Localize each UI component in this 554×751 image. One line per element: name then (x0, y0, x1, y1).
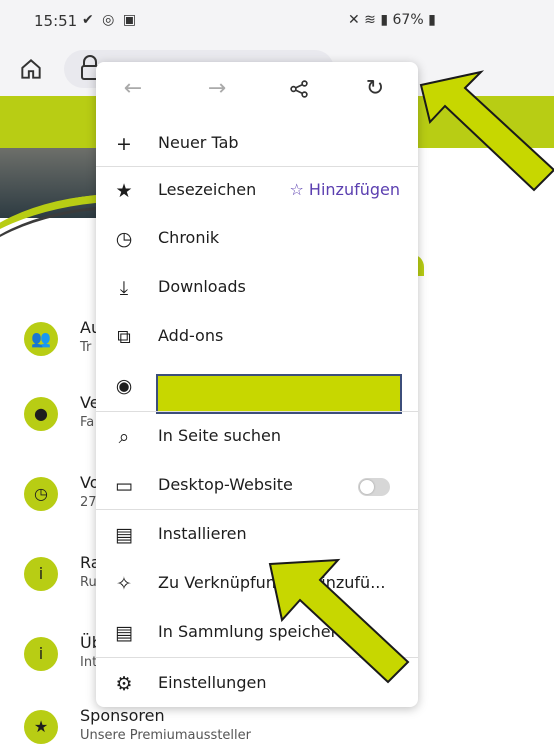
list-item-title: Sponsoren (80, 706, 165, 725)
desktop-site-toggle[interactable] (358, 478, 390, 496)
info-icon: i (24, 637, 58, 671)
share-icon[interactable] (282, 74, 316, 104)
clock-icon: ◷ (115, 228, 133, 250)
menu-item-history[interactable]: ◷ Chronik (96, 215, 418, 263)
bookmark-icon: ★ (115, 180, 133, 202)
list-item-subtitle: 27 (80, 495, 97, 510)
back-icon[interactable]: ← (116, 74, 150, 104)
menu-item-install[interactable]: ▤ Installieren (96, 511, 418, 559)
divider (96, 509, 418, 510)
redacted-account (156, 374, 402, 414)
gear-icon: ⚙ (115, 673, 133, 695)
search-icon: ⌕ (118, 426, 130, 448)
status-time: 15:51 (34, 12, 78, 30)
menu-label: Add-ons (158, 326, 224, 345)
menu-label: Desktop-Website (158, 475, 293, 494)
notification-icons: ✔ ◎ ▣ (82, 12, 139, 28)
menu-label: Installieren (158, 524, 247, 543)
puzzle-icon: ⧉ (117, 326, 131, 348)
menu-item-settings[interactable]: ⚙ Einstellungen (96, 660, 418, 708)
list-item-subtitle: Ru (80, 575, 97, 590)
status-right: ✕ ≋ ▮ 67% ▮ (348, 12, 436, 28)
people-icon: 👥 (24, 322, 58, 356)
menu-label: In Seite suchen (158, 426, 281, 445)
menu-label: Chronik (158, 228, 220, 247)
menu-label: Lesezeichen (158, 180, 257, 199)
list-item-subtitle: Int (80, 655, 98, 670)
divider (96, 411, 418, 412)
status-bar: 15:51 ✔ ◎ ▣ ✕ ≋ ▮ 67% ▮ (0, 0, 554, 44)
menu-label: Neuer Tab (158, 133, 239, 152)
menu-item-addons[interactable]: ⧉ Add-ons (96, 313, 418, 361)
menu-label: In Sammlung speichern (158, 622, 348, 641)
battery-level: 67% (392, 12, 424, 28)
menu-item-find-in-page[interactable]: ⌕ In Seite suchen (96, 413, 418, 461)
shortcut-icon: ✧ (116, 573, 132, 595)
download-icon: ⤓ (119, 277, 129, 299)
home-icon[interactable] (18, 56, 44, 82)
clock-icon: ◷ (24, 477, 58, 511)
divider (96, 657, 418, 658)
signal-icons: ✕ ≋ ▮ (348, 12, 393, 28)
location-icon: ● (24, 397, 58, 431)
list-item-subtitle: Unsere Premiumaussteller (80, 728, 251, 743)
list-item-subtitle: Tr (80, 340, 92, 355)
menu-label: Zu Verknüpfungen hinzufü... (158, 573, 386, 592)
account-icon: ◉ (115, 375, 133, 397)
menu-item-save-collection[interactable]: ▤ In Sammlung speichern (96, 609, 418, 657)
menu-item-add-shortcut[interactable]: ✧ Zu Verknüpfungen hinzufü... (96, 560, 418, 608)
laptop-icon: ▭ (115, 475, 133, 497)
star-icon: ★ (24, 710, 58, 744)
add-bookmark-button[interactable]: ☆ Hinzufügen (290, 180, 401, 199)
menu-item-bookmarks[interactable]: ★ Lesezeichen ☆ Hinzufügen (96, 167, 418, 215)
list-item-subtitle: Fa (80, 415, 95, 430)
forward-icon[interactable]: → (200, 74, 234, 104)
menu-label: Einstellungen (158, 673, 267, 692)
menu-item-new-tab[interactable]: + Neuer Tab (96, 120, 418, 168)
plus-icon: + (116, 133, 132, 155)
browser-menu: ← → ↻ + Neuer Tab ★ Lesezeichen ☆ Hinzuf… (96, 62, 418, 707)
menu-item-downloads[interactable]: ⤓ Downloads (96, 264, 418, 312)
menu-label: Downloads (158, 277, 246, 296)
reload-icon[interactable]: ↻ (358, 74, 392, 104)
menu-nav-row: ← → ↻ (96, 62, 418, 116)
battery-icon: ▮ (423, 12, 436, 28)
collection-icon: ▤ (115, 622, 133, 644)
install-icon: ▤ (115, 524, 133, 546)
info-icon: i (24, 557, 58, 591)
